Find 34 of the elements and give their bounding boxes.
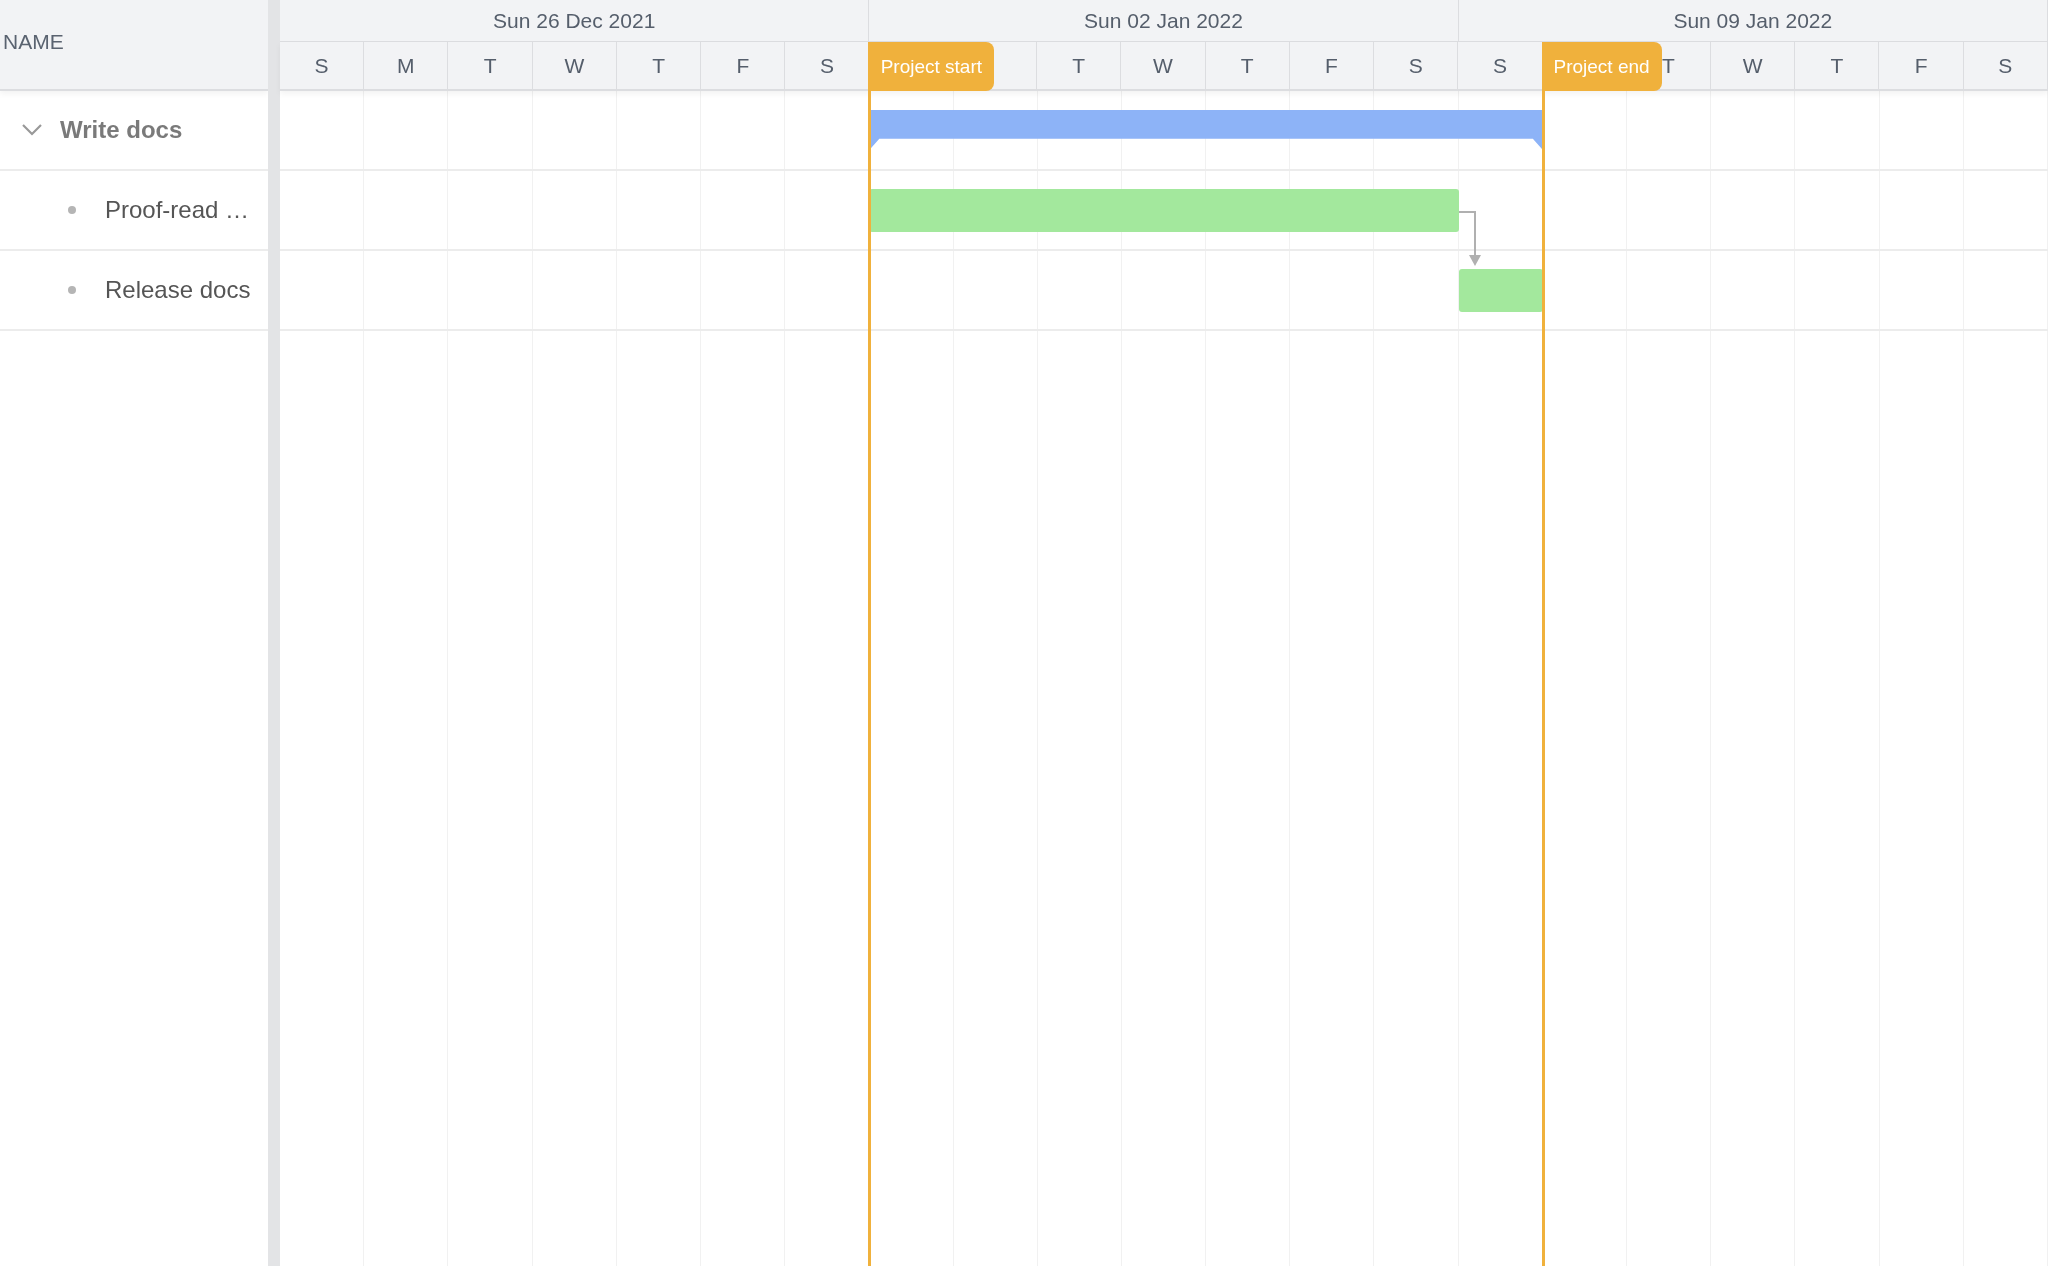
bullet-icon bbox=[68, 206, 76, 214]
day-label: T bbox=[1072, 53, 1086, 78]
summary-bar[interactable] bbox=[869, 110, 1543, 150]
dependency-arrow bbox=[1458, 211, 1481, 267]
week-label: Sun 26 Dec 2021 bbox=[493, 8, 656, 33]
column-header: NAME bbox=[3, 30, 64, 54]
day-label: T bbox=[1240, 53, 1254, 78]
day-label: F bbox=[736, 53, 750, 78]
day-label: T bbox=[652, 53, 665, 78]
day-label: F bbox=[1325, 53, 1338, 78]
task-name: Proof-read … bbox=[105, 196, 250, 224]
chevron-icon[interactable] bbox=[21, 123, 43, 137]
day-label: M bbox=[397, 53, 415, 78]
day-label: S bbox=[1408, 53, 1423, 78]
splitter-handle[interactable] bbox=[268, 0, 280, 1266]
task-bar[interactable] bbox=[1458, 269, 1543, 312]
day-label: S bbox=[1998, 53, 2013, 78]
day-label: T bbox=[483, 53, 497, 78]
task-name: Write docs bbox=[60, 116, 183, 144]
marker-label: Project start bbox=[868, 42, 994, 91]
day-label: T bbox=[1661, 53, 1675, 78]
bullet-icon bbox=[68, 286, 76, 294]
day-label: S bbox=[1492, 53, 1507, 78]
day-label: S bbox=[314, 53, 329, 78]
day-label: W bbox=[1742, 53, 1763, 78]
day-label: W bbox=[564, 53, 585, 78]
week-label: Sun 02 Jan 2022 bbox=[1084, 8, 1243, 33]
task-name: Release docs bbox=[105, 276, 251, 304]
week-label: Sun 09 Jan 2022 bbox=[1673, 8, 1833, 33]
day-label: T bbox=[1830, 53, 1844, 78]
day-label: F bbox=[1914, 53, 1928, 78]
task-bar[interactable] bbox=[869, 189, 1459, 232]
day-label: W bbox=[1153, 53, 1173, 78]
day-label: S bbox=[820, 53, 835, 78]
